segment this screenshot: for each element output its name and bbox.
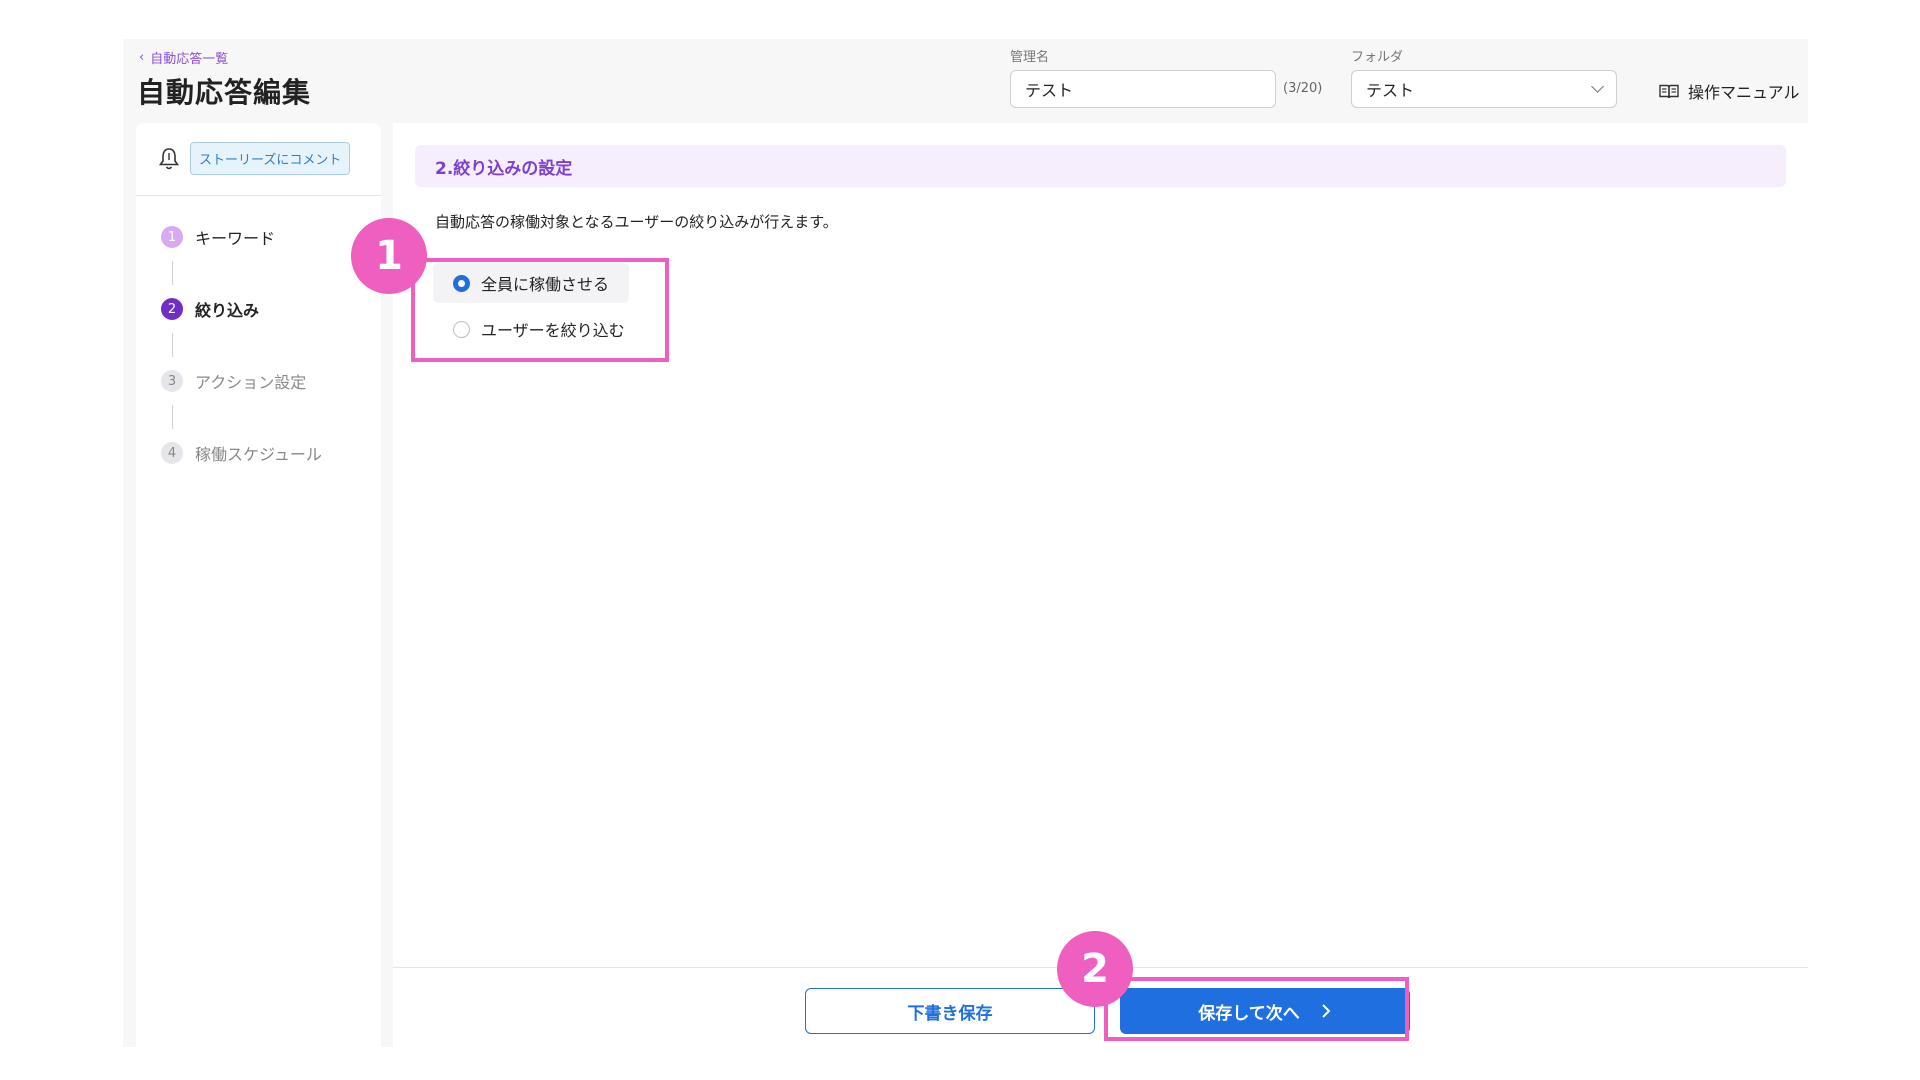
- step-label: キーワード: [195, 229, 276, 248]
- save-draft-button[interactable]: 下書き保存: [805, 988, 1095, 1034]
- section-description: 自動応答の稼働対象となるユーザーの絞り込みが行えます。: [435, 213, 838, 231]
- step-number: 4: [161, 442, 183, 464]
- annotation-highlight-options: [411, 258, 669, 362]
- trigger-badge: ストーリーズにコメント: [190, 142, 351, 175]
- back-link[interactable]: ‹ 自動応答一覧: [139, 48, 228, 67]
- section-title: 2.絞り込みの設定: [415, 145, 1786, 187]
- folder-select[interactable]: テスト: [1351, 70, 1617, 108]
- annotation-badge-2: 2: [1057, 931, 1133, 1007]
- step-number: 3: [161, 370, 183, 392]
- annotation-badge-1: 1: [351, 218, 427, 294]
- bell-icon: [158, 147, 180, 169]
- step-filter[interactable]: 2 絞り込み: [161, 297, 259, 321]
- step-connector: [172, 333, 173, 357]
- manual-link[interactable]: 操作マニュアル: [1659, 79, 1800, 103]
- name-field-label: 管理名: [1010, 50, 1050, 65]
- step-number: 1: [161, 226, 183, 248]
- trigger-type: ストーリーズにコメント: [158, 142, 351, 175]
- manual-link-label: 操作マニュアル: [1688, 83, 1800, 102]
- back-link-label: 自動応答一覧: [150, 52, 229, 67]
- step-label: 稼働スケジュール: [195, 445, 322, 464]
- step-label: アクション設定: [195, 373, 307, 392]
- name-char-counter: (3/20): [1283, 81, 1323, 96]
- name-input[interactable]: [1010, 70, 1276, 108]
- step-connector: [172, 261, 173, 285]
- step-sidebar: ストーリーズにコメント 1 キーワード 2 絞り込み 3 アクション設定 4 稼…: [136, 123, 381, 1047]
- app-window: ‹ 自動応答一覧 自動応答編集 管理名 (3/20) フォルダ テスト 操作マニ…: [123, 39, 1808, 1047]
- step-connector: [172, 405, 173, 429]
- divider: [136, 195, 381, 196]
- chevron-down-icon: [1591, 80, 1604, 93]
- step-schedule[interactable]: 4 稼働スケジュール: [161, 441, 322, 465]
- annotation-highlight-next: [1104, 977, 1409, 1041]
- page-title: 自動応答編集: [137, 76, 312, 109]
- folder-select-value: テスト: [1366, 81, 1415, 100]
- step-label: 絞り込み: [195, 301, 260, 320]
- step-action[interactable]: 3 アクション設定: [161, 369, 306, 393]
- step-number: 2: [161, 298, 183, 320]
- folder-field-label: フォルダ: [1351, 50, 1404, 65]
- book-icon: [1659, 84, 1679, 98]
- step-keyword[interactable]: 1 キーワード: [161, 225, 275, 249]
- chevron-left-icon: ‹: [139, 50, 145, 65]
